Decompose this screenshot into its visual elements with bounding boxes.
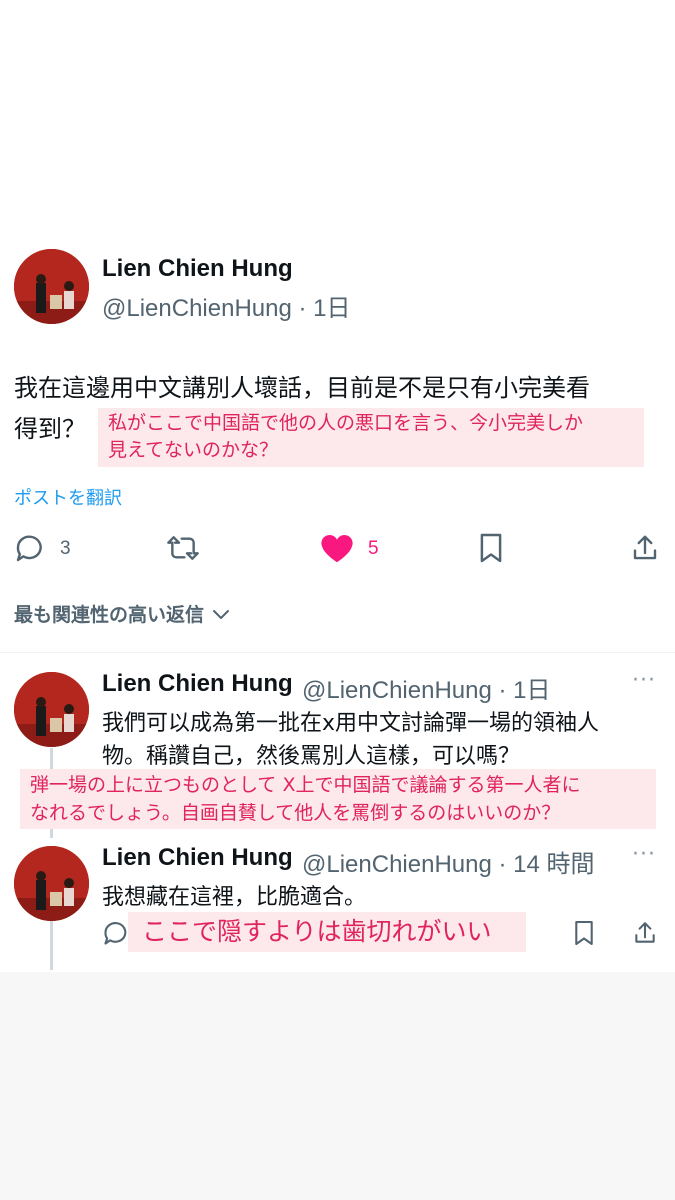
bookmark-button[interactable]: [478, 532, 504, 568]
more-icon[interactable]: ···: [632, 668, 656, 693]
reply-icon: [14, 532, 46, 568]
reply-text-line1: 我們可以成為第一批在x用中文討論彈一場的領袖人: [102, 711, 600, 736]
overlay-line1: 私がここで中国語で他の人の悪口を言う、今小完美しか: [108, 412, 584, 434]
translate-link[interactable]: ポストを翻訳: [14, 484, 122, 510]
bookmark-button[interactable]: [573, 919, 595, 951]
share-icon: [630, 535, 660, 568]
more-icon[interactable]: ···: [632, 842, 656, 867]
overlay-line1: 弾一場の上に立つものとして X上で中国語で議論する第一人者に: [30, 774, 581, 796]
reply-text: 我想藏在這裡，比脆適合。: [102, 885, 367, 910]
overlay-line2: なれるでしょう。自画自賛して他人を罵倒するのはいいのか？: [30, 802, 561, 824]
bookmark-icon: [478, 533, 504, 568]
sort-label: 最も関連性の高い返信: [14, 604, 205, 626]
tweet-text-line1: 我在這邊用中文講別人壞話，目前是不是只有小完美看: [14, 374, 590, 402]
heart-icon: [320, 532, 354, 568]
avatar[interactable]: [14, 672, 89, 747]
reply-text-line2: 物。稱讚自己，然後罵別人這樣，可以嗎？: [102, 744, 521, 769]
author-name[interactable]: Lien Chien Hung: [102, 844, 293, 872]
sort-dropdown[interactable]: 最も関連性の高い返信: [14, 600, 231, 628]
author-name[interactable]: Lien Chien Hung: [102, 670, 293, 698]
author-name[interactable]: Lien Chien Hung: [102, 255, 293, 283]
translation-overlay: 弾一場の上に立つものとして X上で中国語で議論する第一人者に なれるでしょう。自…: [20, 769, 656, 829]
empty-area: [0, 972, 675, 1200]
author-handle-time[interactable]: @LienChienHung · 1日: [102, 288, 351, 323]
translation-overlay: 私がここで中国語で他の人の悪口を言う、今小完美しか 見えてないのかな？: [98, 408, 644, 467]
author-handle-time[interactable]: @LienChienHung · 1日: [302, 670, 551, 705]
reply-button[interactable]: [102, 919, 130, 951]
reply-button[interactable]: 3: [14, 532, 84, 566]
avatar[interactable]: [14, 249, 89, 324]
tweet-text-line2: 得到？: [14, 415, 86, 443]
bookmark-icon: [573, 920, 595, 951]
overlay-line2: 見えてないのかな？: [108, 439, 279, 461]
reply-count: 3: [60, 538, 71, 559]
like-count: 5: [368, 538, 379, 559]
repost-icon: [165, 536, 201, 568]
divider: [0, 652, 675, 653]
avatar[interactable]: [14, 846, 89, 921]
share-button[interactable]: [632, 919, 658, 951]
share-button[interactable]: [630, 532, 660, 568]
share-icon: [632, 922, 658, 951]
chevron-down-icon: [211, 607, 231, 626]
author-handle-time[interactable]: @LienChienHung · 14 時間: [302, 844, 595, 879]
thread-line: [50, 920, 53, 970]
like-button[interactable]: 5: [320, 532, 390, 566]
translation-overlay: ここで隠すよりは歯切れがいい: [128, 912, 526, 952]
repost-button[interactable]: [165, 532, 201, 568]
reply-icon: [102, 922, 130, 951]
